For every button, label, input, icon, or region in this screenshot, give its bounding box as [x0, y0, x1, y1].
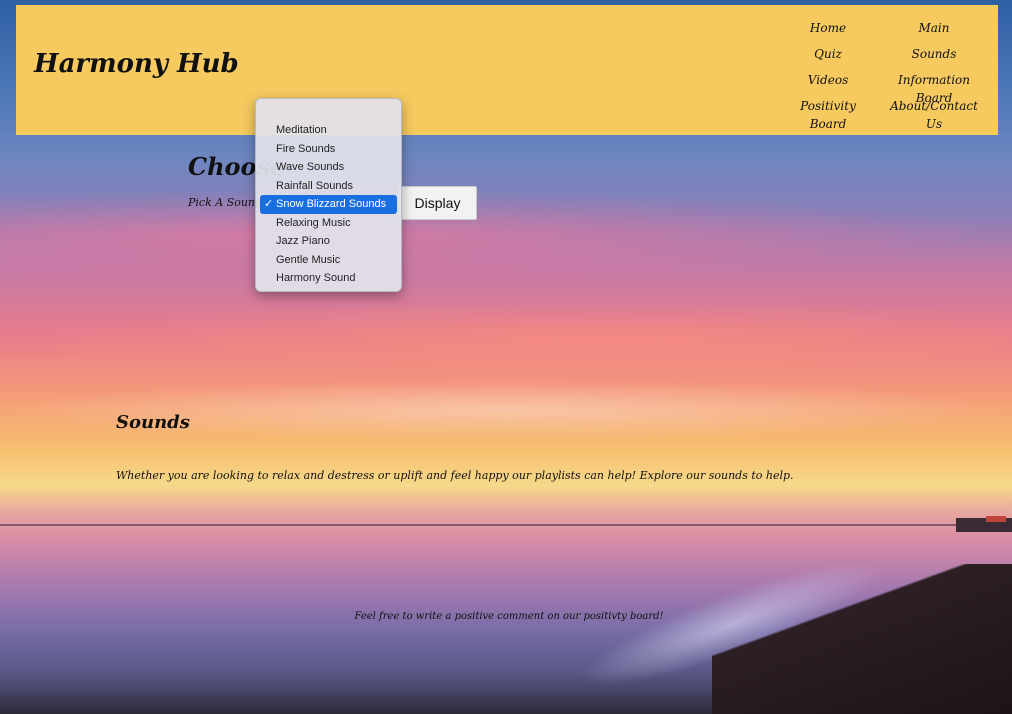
option-label: Rainfall Sounds — [276, 179, 354, 192]
positivity-note: Feel free to write a positive comment on… — [354, 611, 664, 622]
nav-item-sounds[interactable]: Sounds — [884, 45, 984, 63]
nav-item-videos[interactable]: Videos — [780, 71, 876, 89]
nav-item-information-board[interactable]: Information Board — [884, 71, 984, 105]
intro-text: Whether you are looking to relax and des… — [116, 469, 794, 482]
site-header: Harmony Hub Home Main Quiz Sounds Videos… — [16, 5, 998, 135]
pier-roof — [986, 516, 1006, 522]
sound-option-snow-blizzard[interactable]: ✓ Snow Blizzard Sounds — [260, 195, 397, 214]
nav-item-positivity-board[interactable]: Positivity Board — [780, 97, 876, 131]
option-label: Harmony Sound — [276, 272, 356, 284]
horizon-line — [0, 524, 1012, 526]
sound-option-jazz-piano[interactable]: Jazz Piano — [260, 232, 397, 251]
main-nav: Home Main Quiz Sounds Videos Information… — [780, 19, 984, 131]
sounds-heading: Sounds — [116, 412, 190, 433]
option-label: Jazz Piano — [276, 235, 330, 247]
option-label: Relaxing Music — [276, 216, 351, 229]
sound-select-dropdown[interactable]: Meditation Fire Sounds Wave Sounds Rainf… — [255, 98, 402, 292]
sound-option-rainfall[interactable]: Rainfall Sounds — [260, 177, 397, 196]
sound-option-fire[interactable]: Fire Sounds — [260, 140, 397, 159]
checkmark-icon: ✓ — [264, 198, 274, 210]
nav-item-home[interactable]: Home — [780, 19, 876, 37]
sound-option-harmony[interactable]: Harmony Sound — [260, 269, 397, 288]
sound-option-wave[interactable]: Wave Sounds — [260, 158, 397, 177]
option-label: Wave Sounds — [276, 161, 345, 173]
option-label: Fire Sounds — [276, 142, 336, 155]
beach-shore — [712, 564, 1012, 714]
sound-option-meditation[interactable]: Meditation — [260, 121, 397, 140]
sky-streak — [0, 300, 1012, 380]
option-label: Meditation — [276, 124, 327, 136]
sky-streak — [0, 190, 1012, 280]
sound-option-gentle-music[interactable]: Gentle Music — [260, 251, 397, 270]
display-button[interactable]: Display — [398, 186, 477, 220]
nav-item-main[interactable]: Main — [884, 19, 984, 37]
nav-item-about-contact[interactable]: About/Contact Us — [884, 97, 984, 131]
sound-option-relaxing-music[interactable]: Relaxing Music — [260, 214, 397, 233]
option-label: Snow Blizzard Sounds — [276, 198, 387, 210]
site-brand: Harmony Hub — [34, 49, 239, 79]
nav-item-quiz[interactable]: Quiz — [780, 45, 876, 63]
option-label: Gentle Music — [276, 253, 341, 266]
